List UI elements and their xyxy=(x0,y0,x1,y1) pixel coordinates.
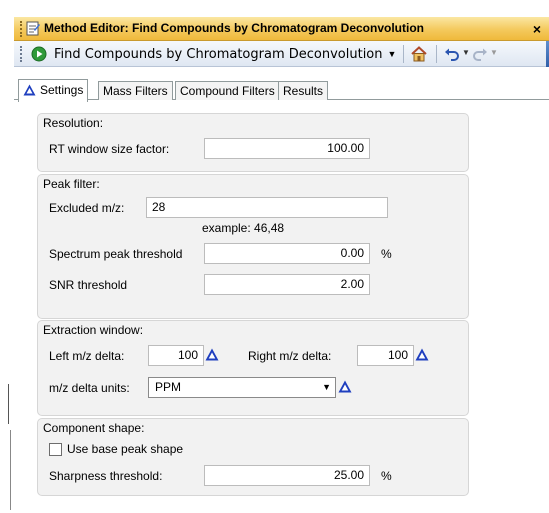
method-name-selector[interactable]: Find Compounds by Chromatogram Deconvolu… xyxy=(54,47,383,62)
left-delta-field[interactable]: 100 xyxy=(148,345,204,366)
snr-threshold-field[interactable]: 2.00 xyxy=(204,274,370,295)
undo-icon[interactable] xyxy=(444,46,460,62)
left-edge-divider xyxy=(8,384,9,424)
right-delta-field[interactable]: 100 xyxy=(357,345,414,366)
use-base-peak-checkbox[interactable] xyxy=(49,443,62,456)
tab-label: Mass Filters xyxy=(103,84,168,98)
home-icon[interactable] xyxy=(410,45,428,63)
window-title: Method Editor: Find Compounds by Chromat… xyxy=(44,21,424,35)
window-titlebar[interactable]: Method Editor: Find Compounds by Chromat… xyxy=(14,17,549,41)
percent-unit: % xyxy=(381,247,392,261)
tab-mass-filters[interactable]: Mass Filters xyxy=(98,81,173,101)
units-label: m/z delta units: xyxy=(49,381,130,395)
tab-label: Compound Filters xyxy=(180,84,275,98)
undo-dropdown-icon[interactable]: ▼ xyxy=(462,48,470,57)
spectrum-threshold-field[interactable]: 0.00 xyxy=(204,243,370,264)
component-shape-group: Component shape: Use base peak shape Sha… xyxy=(37,418,469,496)
group-label: Peak filter: xyxy=(43,177,100,191)
rt-window-field[interactable]: 100.00 xyxy=(204,138,370,159)
left-edge-divider-lower xyxy=(10,430,11,510)
toolbar-separator xyxy=(403,45,404,63)
snr-threshold-label: SNR threshold xyxy=(49,278,128,292)
left-edge-strip xyxy=(0,0,14,513)
redo-dropdown-icon[interactable]: ▼ xyxy=(490,48,498,57)
toolbar-grip[interactable] xyxy=(20,46,22,62)
tab-results[interactable]: Results xyxy=(278,81,329,101)
warning-icon xyxy=(23,84,36,96)
method-toolbar: Find Compounds by Chromatogram Deconvolu… xyxy=(14,41,549,67)
percent-unit: % xyxy=(381,469,392,483)
spectrum-threshold-label: Spectrum peak threshold xyxy=(49,247,183,261)
left-delta-label: Left m/z delta: xyxy=(49,349,125,363)
warning-icon xyxy=(338,380,352,393)
excluded-mz-label: Excluded m/z: xyxy=(49,201,125,215)
right-delta-label: Right m/z delta: xyxy=(248,349,332,363)
run-method-icon[interactable] xyxy=(31,46,47,62)
close-button[interactable]: × xyxy=(528,19,546,39)
peak-filter-group: Peak filter: Excluded m/z: 28 example: 4… xyxy=(37,174,469,319)
tab-bar: Settings Mass Filters Compound Filters R… xyxy=(14,79,549,102)
tab-compound-filters[interactable]: Compound Filters xyxy=(175,81,280,101)
units-select[interactable]: PPM ▼ xyxy=(148,377,336,398)
chevron-down-icon: ▼ xyxy=(322,382,331,392)
use-base-peak-label[interactable]: Use base peak shape xyxy=(67,442,183,456)
settings-panel: Resolution: RT window size factor: 100.0… xyxy=(14,100,549,513)
excluded-mz-field[interactable]: 28 xyxy=(146,197,388,218)
redo-icon[interactable] xyxy=(472,46,488,62)
group-label: Extraction window: xyxy=(43,323,144,337)
tab-settings[interactable]: Settings xyxy=(18,79,89,102)
units-selected-value: PPM xyxy=(155,380,182,394)
tab-label: Settings xyxy=(40,83,84,97)
group-label: Resolution: xyxy=(43,116,104,130)
titlebar-grip[interactable] xyxy=(20,21,22,37)
method-editor-icon xyxy=(26,21,40,36)
warning-icon xyxy=(205,348,219,361)
tab-label: Results xyxy=(283,84,324,98)
rt-window-label: RT window size factor: xyxy=(49,142,170,156)
toolbar-separator xyxy=(436,45,437,63)
example-hint: example: 46,48 xyxy=(202,221,285,235)
sharpness-label: Sharpness threshold: xyxy=(49,469,163,483)
extraction-window-group: Extraction window: Left m/z delta: 100 R… xyxy=(37,320,469,416)
sharpness-field[interactable]: 25.00 xyxy=(204,465,370,486)
method-dropdown-icon[interactable]: ▼ xyxy=(386,47,398,61)
warning-icon xyxy=(415,348,429,361)
resolution-group: Resolution: RT window size factor: 100.0… xyxy=(37,113,469,172)
group-label: Component shape: xyxy=(43,421,145,435)
